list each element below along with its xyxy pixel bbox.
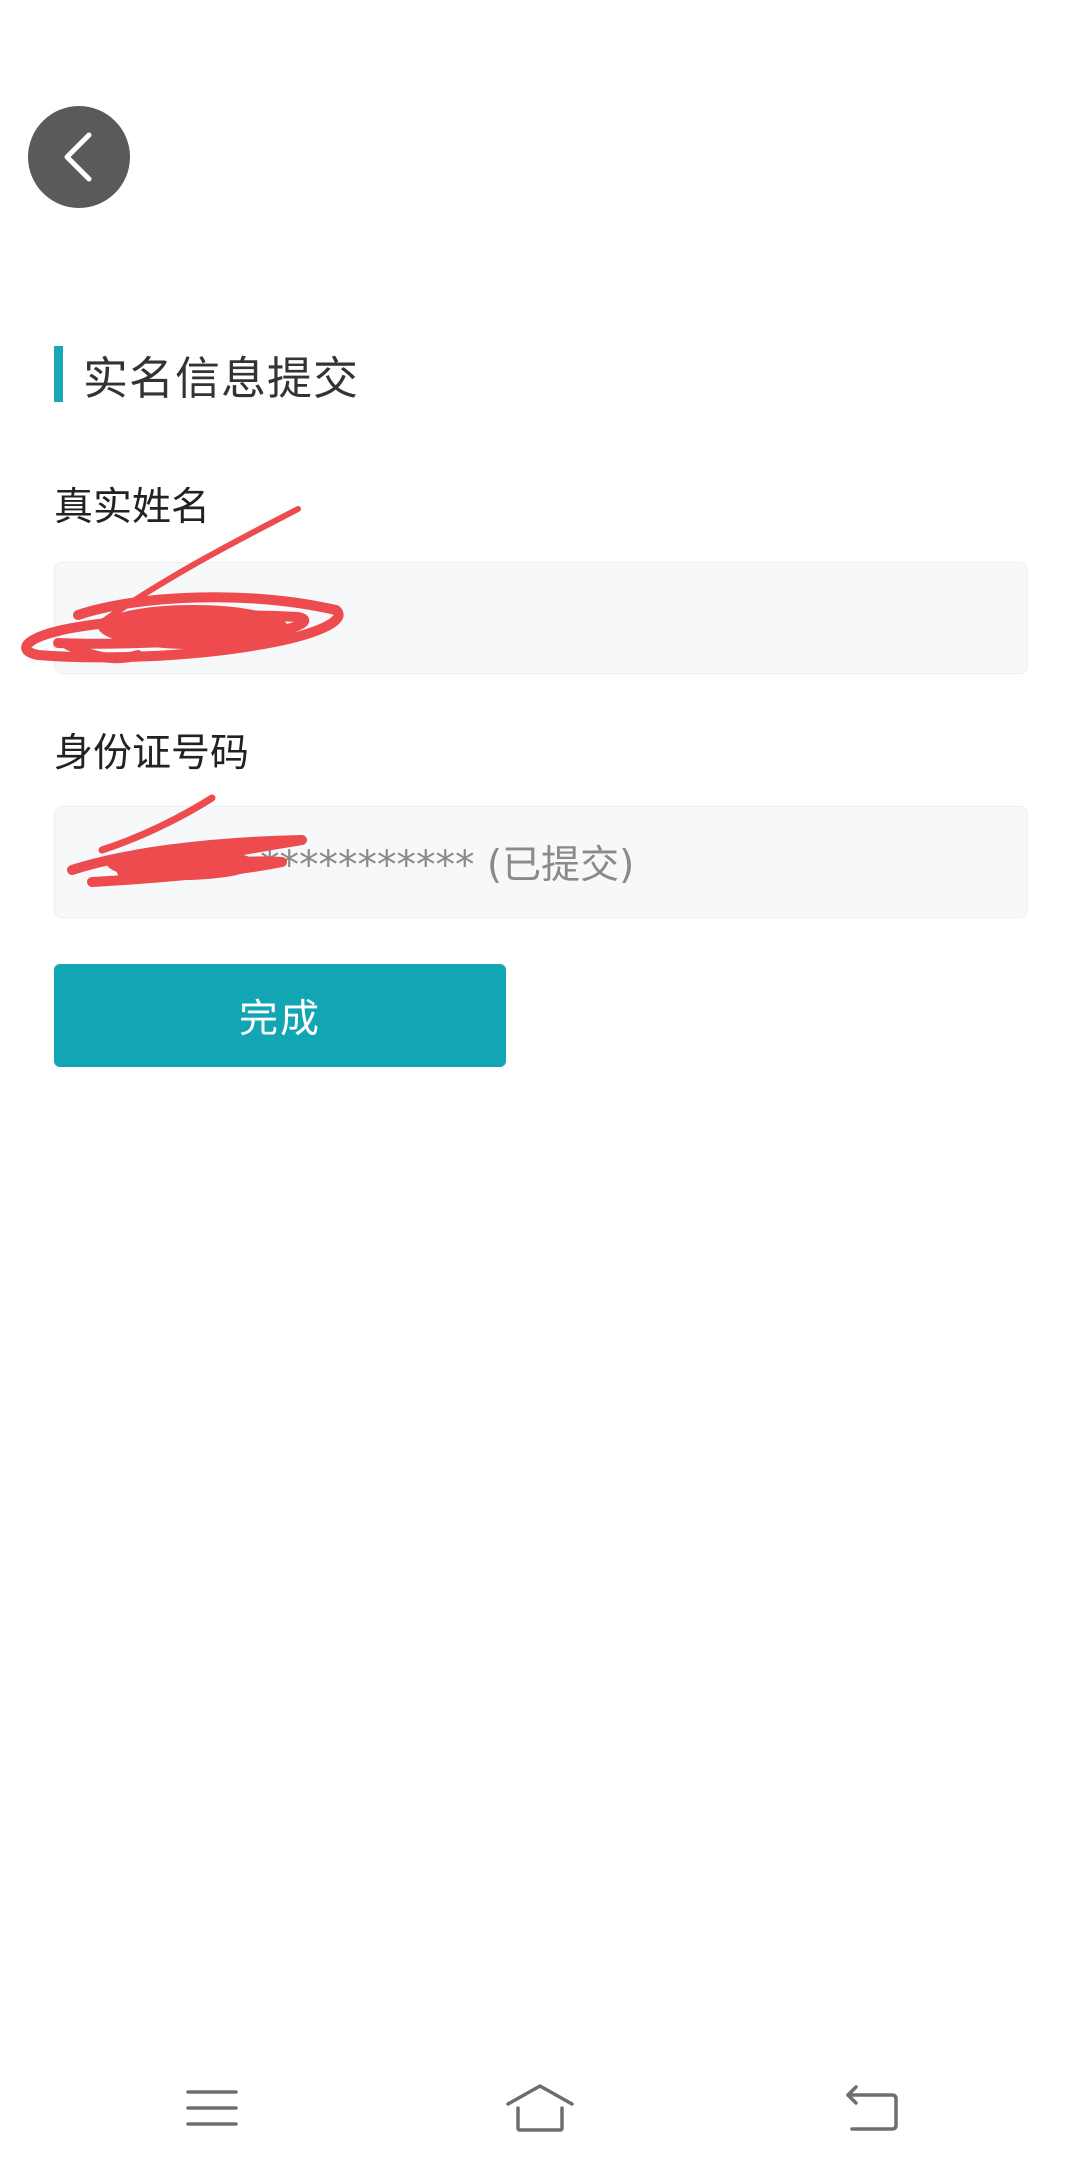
id-number-label: 身份证号码: [54, 731, 250, 776]
home-icon: [504, 2082, 576, 2138]
system-nav-bar: [0, 2060, 1080, 2160]
back-button[interactable]: [28, 106, 130, 208]
name-label: 真实姓名: [54, 485, 211, 530]
id-number-field[interactable]: *********** (已提交): [54, 806, 1028, 918]
title-accent-bar: [54, 346, 63, 402]
menu-icon: [184, 2086, 240, 2134]
id-number-value: *********** (已提交): [260, 843, 635, 888]
name-field[interactable]: [54, 562, 1028, 674]
nav-home-button[interactable]: [500, 2080, 580, 2140]
nav-menu-button[interactable]: [172, 2080, 252, 2140]
nav-back-button[interactable]: [832, 2080, 912, 2140]
back-arrow-icon: [842, 2083, 902, 2137]
done-button[interactable]: 完成: [54, 964, 506, 1067]
chevron-left-icon: [59, 129, 99, 185]
section-title: 实名信息提交: [54, 346, 359, 405]
real-name-submit-page: 实名信息提交 真实姓名 身份证号码 *********** (已提交) 完成: [0, 0, 1080, 2160]
page-title: 实名信息提交: [83, 351, 360, 405]
